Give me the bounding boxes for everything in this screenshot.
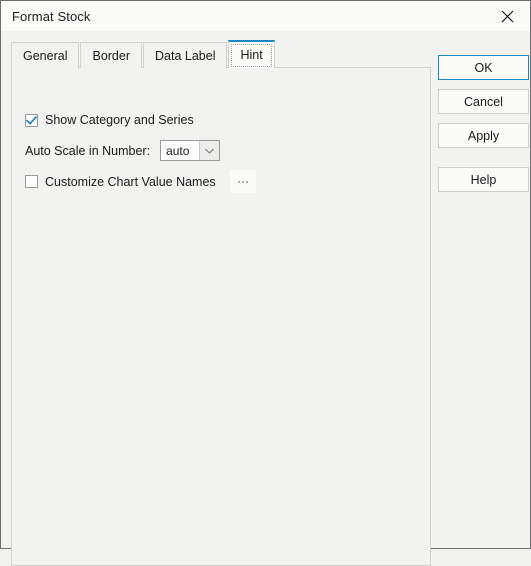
- tab-strip: General Border Data Label Hint: [11, 40, 276, 68]
- tab-general-label: General: [23, 48, 68, 63]
- hint-tab-panel: Show Category and Series Auto Scale in N…: [11, 67, 431, 566]
- dialog-title: Format Stock: [12, 8, 91, 24]
- dialog-body: General Border Data Label Hint Show Cate…: [1, 31, 530, 566]
- customize-chart-value-names-label[interactable]: Customize Chart Value Names: [45, 175, 216, 189]
- show-category-and-series-row: Show Category and Series: [25, 113, 194, 127]
- ellipsis-dot-3: [245, 180, 248, 183]
- ellipsis-dot-1: [237, 180, 240, 183]
- customize-chart-value-names-row: Customize Chart Value Names: [25, 170, 256, 193]
- tab-general[interactable]: General: [11, 42, 80, 68]
- close-button[interactable]: [484, 1, 530, 31]
- ok-button[interactable]: OK: [438, 55, 529, 80]
- apply-button[interactable]: Apply: [438, 123, 529, 148]
- auto-scale-row: Auto Scale in Number: auto: [25, 140, 221, 161]
- tab-border[interactable]: Border: [80, 42, 143, 68]
- ellipsis-dot-2: [241, 180, 244, 183]
- dialog-button-column: OK Cancel Apply Help: [438, 55, 529, 201]
- tab-border-label: Border: [92, 48, 131, 63]
- help-button[interactable]: Help: [438, 167, 529, 192]
- tab-hint[interactable]: Hint: [228, 40, 275, 68]
- auto-scale-combobox[interactable]: auto: [160, 140, 221, 161]
- auto-scale-label: Auto Scale in Number:: [25, 143, 151, 158]
- cancel-button[interactable]: Cancel: [438, 89, 529, 114]
- tab-data-label[interactable]: Data Label: [143, 42, 228, 68]
- title-bar: Format Stock: [1, 1, 530, 31]
- format-stock-dialog: Format Stock General Border Data Label H…: [0, 0, 531, 566]
- close-icon: [501, 10, 514, 23]
- tab-hint-label: Hint: [240, 48, 263, 62]
- auto-scale-value: auto: [166, 143, 190, 158]
- chevron-down-icon[interactable]: [199, 141, 220, 160]
- show-category-and-series-label[interactable]: Show Category and Series: [45, 113, 194, 127]
- show-category-and-series-checkbox[interactable]: [25, 113, 38, 127]
- browse-value-names-button[interactable]: [229, 170, 256, 193]
- customize-chart-value-names-checkbox[interactable]: [25, 175, 38, 188]
- tab-data-label-label: Data Label: [155, 48, 216, 63]
- checkmark-icon: [26, 115, 37, 125]
